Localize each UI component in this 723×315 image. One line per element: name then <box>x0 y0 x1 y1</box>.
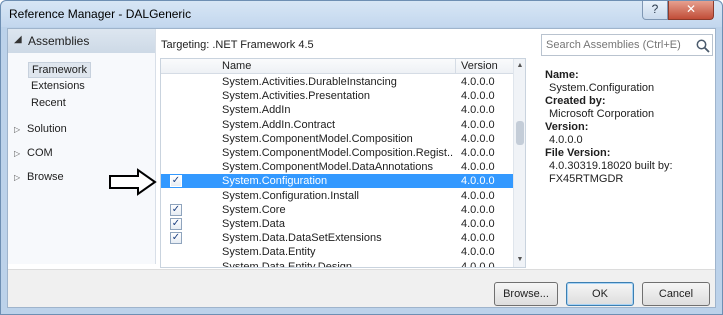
assembly-name-cell: System.ComponentModel.Composition.Regist… <box>222 147 454 159</box>
sidebar-item-solution[interactable]: ▷ Solution <box>14 123 67 135</box>
assembly-name-cell: System.Data.Entity <box>222 246 316 259</box>
detail-file-version-value: 4.0.30319.18020 built by: <box>549 160 673 172</box>
target-framework-label: Targeting: .NET Framework 4.5 <box>161 39 314 51</box>
table-row[interactable]: System.ComponentModel.DataAnnotations 4.0… <box>161 160 513 174</box>
sidebar-header-label: Assemblies <box>28 34 90 48</box>
sidebar-item-assemblies[interactable]: ◢ Assemblies <box>8 29 155 53</box>
table-row[interactable]: System.Activities.DurableInstancing 4.0.0… <box>161 75 513 89</box>
assembly-name-cell: System.AddIn <box>222 104 291 117</box>
table-row[interactable]: System.AddIn.Contract 4.0.0.0 <box>161 118 513 132</box>
help-button[interactable]: ? <box>642 1 668 20</box>
table-row[interactable]: System.AddIn 4.0.0.0 <box>161 103 513 117</box>
sidebar-item-browse[interactable]: ▷ Browse <box>14 171 64 183</box>
assembly-name-cell: System.Configuration.Install <box>222 189 359 202</box>
list-header: Name Version <box>161 59 513 74</box>
browse-button[interactable]: Browse... <box>494 282 558 306</box>
assembly-name-cell: System.Core <box>222 203 286 216</box>
assembly-name-cell: System.Data.Entity.Design <box>222 260 353 268</box>
collapsed-triangle-icon: ▷ <box>14 125 21 134</box>
reference-manager-window: Reference Manager - DALGeneric ? ✕ ◢ Ass… <box>0 0 723 315</box>
column-divider[interactable] <box>455 59 456 74</box>
checked-checkbox[interactable]: ✓ <box>170 175 182 188</box>
table-row[interactable]: System.ComponentModel.Composition.Regist… <box>161 146 513 160</box>
sidebar-item-framework[interactable]: Framework <box>28 62 92 78</box>
assembly-version-cell: 4.0.0.0 <box>461 189 495 202</box>
assembly-details-panel: Name: System.Configuration Created by: M… <box>545 69 713 186</box>
detail-version-value: 4.0.0.0 <box>549 134 583 146</box>
detail-created-label: Created by: <box>545 95 606 107</box>
assemblies-list[interactable]: Name Version System.Activities.DurableIn… <box>160 58 526 268</box>
title-bar[interactable]: Reference Manager - DALGeneric ? ✕ <box>1 1 722 27</box>
table-row[interactable]: ✓ System.Data 4.0.0.0 <box>161 217 513 231</box>
dialog-button-bar: Browse... OK Cancel <box>8 269 715 307</box>
table-row[interactable]: ✓ System.Configuration 4.0.0.0 <box>161 174 513 189</box>
assembly-version-cell: 4.0.0.0 <box>461 175 495 188</box>
column-header-version[interactable]: Version <box>461 60 498 72</box>
collapsed-triangle-icon: ▷ <box>14 173 21 182</box>
checked-checkbox[interactable]: ✓ <box>170 203 182 216</box>
assembly-name-cell: System.Configuration <box>222 175 328 188</box>
window-title: Reference Manager - DALGeneric <box>9 7 192 21</box>
assembly-name-cell: System.Data <box>222 218 285 230</box>
category-sidebar: ◢ Assemblies Framework Extensions Recent… <box>8 29 156 264</box>
ok-button[interactable]: OK <box>566 282 634 306</box>
sidebar-item-label: Solution <box>27 123 67 135</box>
sidebar-item-recent[interactable]: Recent <box>31 96 66 112</box>
assembly-version-cell: 4.0.0.0 <box>461 104 495 117</box>
vertical-scrollbar[interactable]: ▲ ▼ <box>513 59 525 267</box>
expanded-triangle-icon: ◢ <box>14 34 22 45</box>
sidebar-item-extensions[interactable]: Extensions <box>31 79 85 95</box>
table-row[interactable]: ✓ System.Core 4.0.0.0 <box>161 203 513 217</box>
assembly-version-cell: 4.0.0.0 <box>461 218 495 230</box>
cancel-button[interactable]: Cancel <box>642 282 710 306</box>
assembly-version-cell: 4.0.0.0 <box>461 260 495 268</box>
assembly-name-cell: System.Activities.DurableInstancing <box>222 76 397 88</box>
detail-created-value: Microsoft Corporation <box>549 108 655 120</box>
collapsed-triangle-icon: ▷ <box>14 149 21 158</box>
table-row[interactable]: System.Data.Entity.Design 4.0.0.0 <box>161 260 513 268</box>
assembly-version-cell: 4.0.0.0 <box>461 203 495 216</box>
column-header-name[interactable]: Name <box>222 60 251 72</box>
assembly-name-cell: System.ComponentModel.Composition <box>222 132 413 145</box>
table-row[interactable]: ✓ System.Data.DataSetExtensions 4.0.0.0 <box>161 231 513 245</box>
table-row[interactable]: System.Configuration.Install 4.0.0.0 <box>161 189 513 203</box>
table-row[interactable]: System.ComponentModel.Composition 4.0.0.0 <box>161 132 513 146</box>
annotation-arrow-icon <box>109 168 157 196</box>
detail-file-version-label: File Version: <box>545 147 611 159</box>
assembly-version-cell: 4.0.0.0 <box>461 161 495 174</box>
table-row[interactable]: System.Data.Entity 4.0.0.0 <box>161 245 513 259</box>
assembly-name-cell: System.ComponentModel.DataAnnotations <box>222 161 433 174</box>
sidebar-item-label: COM <box>27 147 53 159</box>
assembly-version-cell: 4.0.0.0 <box>461 76 495 88</box>
assembly-version-cell: 4.0.0.0 <box>461 232 495 245</box>
assembly-version-cell: 4.0.0.0 <box>461 132 495 145</box>
search-box[interactable] <box>541 34 713 56</box>
scroll-up-icon[interactable]: ▲ <box>514 59 525 73</box>
assembly-version-cell: 4.0.0.0 <box>461 90 495 103</box>
detail-name-label: Name: <box>545 69 579 81</box>
assembly-version-cell: 4.0.0.0 <box>461 246 495 259</box>
detail-file-version-build: FX45RTMGDR <box>549 173 624 185</box>
detail-version-label: Version: <box>545 121 589 133</box>
assembly-version-cell: 4.0.0.0 <box>461 118 495 131</box>
assembly-name-cell: System.AddIn.Contract <box>222 118 336 131</box>
table-row[interactable]: System.Activities.Presentation 4.0.0.0 <box>161 89 513 103</box>
assembly-version-cell: 4.0.0.0 <box>461 147 495 159</box>
search-icon[interactable] <box>695 38 711 54</box>
scrollbar-thumb[interactable] <box>516 121 524 145</box>
sidebar-item-com[interactable]: ▷ COM <box>14 147 53 159</box>
checked-checkbox[interactable]: ✓ <box>170 218 182 230</box>
detail-name-value: System.Configuration <box>549 82 655 94</box>
search-input[interactable] <box>542 35 692 55</box>
scroll-down-icon[interactable]: ▼ <box>514 253 525 267</box>
checked-checkbox[interactable]: ✓ <box>170 232 182 245</box>
assembly-name-cell: System.Data.DataSetExtensions <box>222 232 382 245</box>
close-button[interactable]: ✕ <box>668 1 714 20</box>
sidebar-item-label: Browse <box>27 171 64 183</box>
assembly-name-cell: System.Activities.Presentation <box>222 90 370 103</box>
